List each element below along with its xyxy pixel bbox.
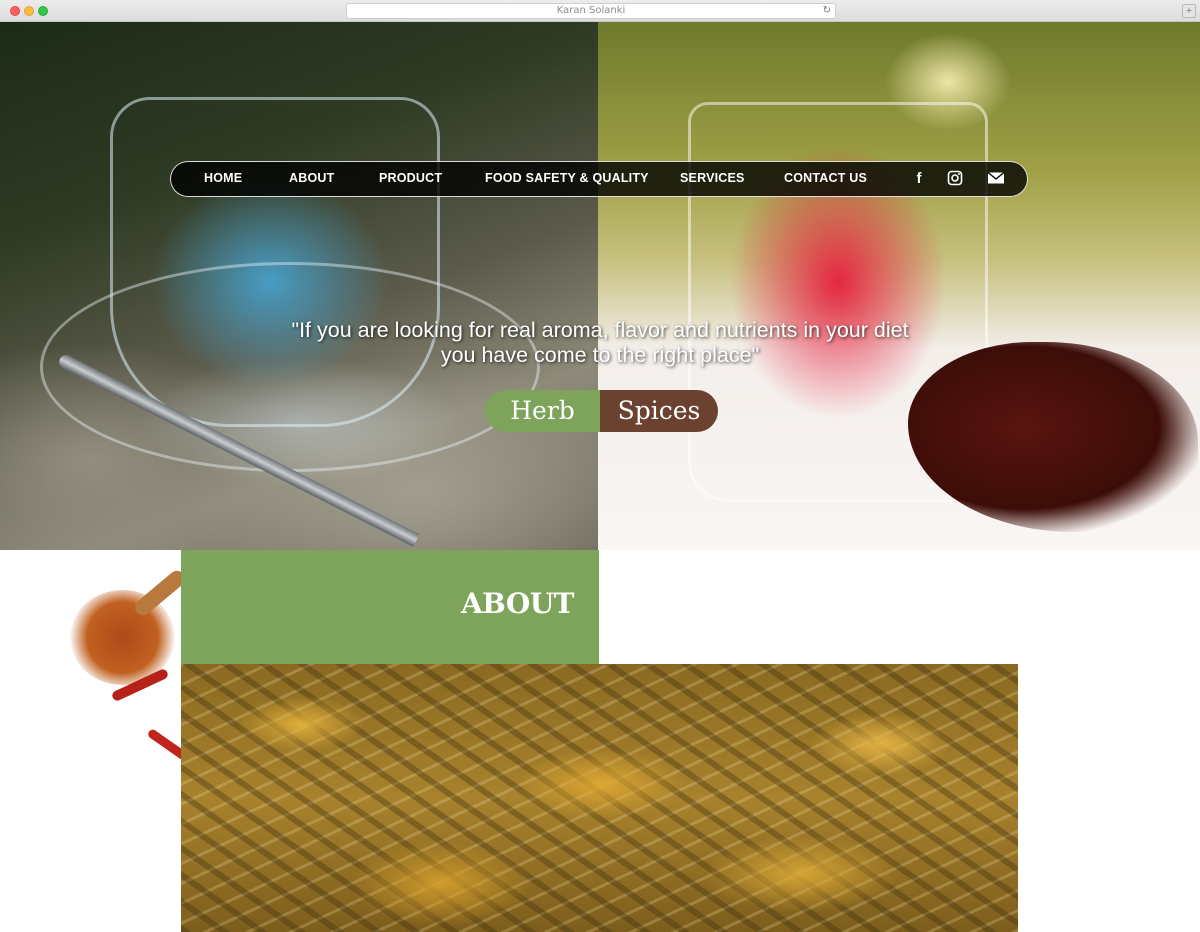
instagram-icon[interactable] — [946, 170, 964, 187]
dried-hibiscus-shape — [908, 342, 1198, 532]
hero-quote-line-2: you have come to the right place" — [440, 343, 760, 367]
hero-quote-line-1: "If you are looking for real aroma, flav… — [291, 318, 909, 342]
red-tea-image — [598, 22, 1200, 550]
nav-food-safety-quality[interactable]: FOOD SAFETY & QUALITY — [485, 162, 649, 195]
herb-button[interactable]: Herb — [485, 390, 600, 432]
herb-spices-logo: Herb Spices — [485, 390, 718, 432]
browser-toolbar: Karan Solanki ↻ + — [0, 0, 1200, 22]
dried-flowers-image — [181, 664, 1018, 932]
page-title: Karan Solanki — [556, 5, 626, 16]
nav-contact-us[interactable]: CONTACT US — [784, 162, 867, 195]
mail-icon[interactable] — [987, 170, 1005, 187]
nav-product[interactable]: PRODUCT — [379, 162, 442, 195]
blue-tea-cup-shape — [110, 97, 440, 427]
hero-banner: HOME ABOUT PRODUCT FOOD SAFETY & QUALITY… — [0, 22, 1200, 550]
minimize-window-button[interactable] — [24, 6, 34, 16]
nav-home[interactable]: HOME — [204, 162, 242, 195]
maximize-window-button[interactable] — [38, 6, 48, 16]
spices-button[interactable]: Spices — [600, 390, 718, 432]
plus-icon[interactable]: + — [1182, 4, 1196, 18]
blue-tea-image — [0, 22, 598, 550]
about-title: ABOUT — [460, 587, 575, 620]
hero-quote: "If you are looking for real aroma, flav… — [200, 318, 1000, 368]
about-heading-panel: ABOUT — [181, 550, 599, 664]
nav-services[interactable]: SERVICES — [680, 162, 745, 195]
facebook-icon[interactable]: f — [910, 170, 928, 187]
close-window-button[interactable] — [10, 6, 20, 16]
main-nav: HOME ABOUT PRODUCT FOOD SAFETY & QUALITY… — [170, 161, 1028, 197]
address-bar[interactable]: Karan Solanki ↻ — [346, 3, 836, 19]
reload-icon[interactable]: ↻ — [823, 4, 831, 18]
nav-about[interactable]: ABOUT — [289, 162, 334, 195]
spice-decoration-image — [50, 550, 189, 780]
